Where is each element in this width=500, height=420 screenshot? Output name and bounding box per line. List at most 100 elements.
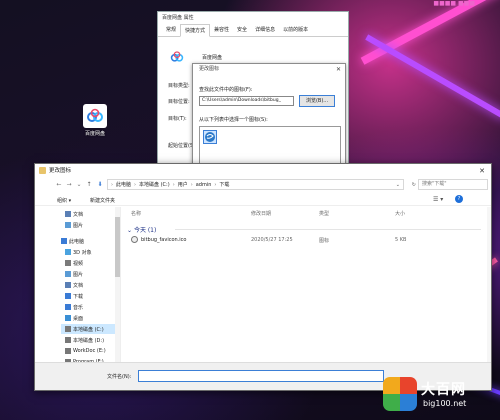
browse-button[interactable]: 浏览(B)... [299,95,335,107]
sidebar-item-label: 3D 对象 [73,249,92,256]
watermark-url: big100.net [423,399,467,408]
chevron-right-icon: › [190,181,193,188]
sidebar-item-label: 本地磁盘 (C:) [73,326,104,333]
favicon-icon[interactable] [203,130,217,144]
shortcut-name: 百度网盘 [202,55,223,61]
sidebar-item-label: 本地磁盘 (D:) [73,337,105,344]
watermark-brand: 大百网 [421,382,466,398]
new-folder-button[interactable]: 新建文件夹 [90,197,115,204]
chevron-right-icon: › [134,181,137,188]
column-header-type[interactable]: 类型 [319,210,329,217]
sidebar-item-this-pc[interactable]: 此电脑 [61,236,84,246]
sidebar-item-pictures-pc[interactable]: 图片 [65,269,83,279]
breadcrumb-downloads[interactable]: 下载 [219,181,229,188]
neon-stripe [365,34,500,120]
properties-title: 百度网盘 属性 [158,12,348,24]
cloud-app-icon [83,104,107,128]
organize-button[interactable]: 组织 ▾ [57,197,71,204]
target-location-label: 目标位置: [168,99,190,105]
change-icon-title: 更改图标 ✕ [193,64,345,75]
scrollbar-thumb[interactable] [115,217,120,277]
file-list-scrollbar[interactable] [487,207,491,362]
target-label: 目标(T): [168,116,187,122]
target-type-label: 目标类型: [168,83,190,89]
sidebar-item-desktop[interactable]: 桌面 [65,313,83,323]
filename-label: 文件名(N): [107,374,132,380]
icon-path-input[interactable]: C:\Users\admin\Downloads\bitbug_ [199,96,294,106]
search-input[interactable]: 搜索"下载" [418,179,488,190]
sidebar-item-documents[interactable]: 文档 [65,209,83,219]
close-icon[interactable]: ✕ [336,64,341,75]
breadcrumb-drive-c[interactable]: 本地磁盘 (C:) [139,181,170,188]
file-dialog: 更改图标 ✕ ← → ⌄ ↑ ⬇ › 此电脑 › 本地磁盘 (C:) › 用户 … [34,163,492,391]
filename-input[interactable] [138,370,384,382]
document-icon [65,282,71,288]
chevron-down-icon[interactable]: ⌄ [396,182,400,188]
forward-arrow-icon[interactable]: → [65,180,73,189]
sidebar-scrollbar[interactable] [115,207,120,362]
sidebar-item-drive-e[interactable]: WorkDoc (E:) [65,346,106,356]
file-dialog-toolbar: 组织 ▾ 新建文件夹 ☰ ▾ ? [35,194,491,206]
sidebar-item-documents-pc[interactable]: 文档 [65,280,83,290]
change-icon-title-text: 更改图标 [199,66,220,72]
breadcrumb-this-pc[interactable]: 此电脑 [116,181,131,188]
group-header-today[interactable]: ⌄ 今天 (1) [127,225,156,234]
sidebar-item-label: 视频 [73,260,84,267]
sidebar-item-music[interactable]: 音乐 [65,302,83,312]
file-size: 5 KB [395,237,407,243]
tab-general[interactable]: 常规 [162,24,180,36]
sidebar-item-label: 图片 [73,271,84,278]
sidebar-item-label: 文档 [73,211,84,218]
column-header-name[interactable]: 名称 [131,210,141,217]
sidebar-item-drive-d[interactable]: 本地磁盘 (D:) [65,335,104,345]
select-icon-label: 从以下列表中选择一个图标(S): [199,117,268,123]
sidebar-item-3d-objects[interactable]: 3D 对象 [65,247,92,257]
close-icon[interactable]: ✕ [479,164,485,178]
breadcrumb-admin[interactable]: admin [196,182,212,188]
tab-shortcut[interactable]: 快捷方式 [180,24,211,37]
tab-compatibility[interactable]: 兼容性 [210,24,233,36]
video-icon [65,260,71,266]
file-name: bitbug_favicon.ico [141,237,187,243]
column-header-size[interactable]: 大小 [395,210,405,217]
file-type: 图标 [319,238,330,244]
group-divider [175,229,481,230]
chevron-down-icon[interactable]: ⌄ [75,180,83,189]
column-header-date[interactable]: 修改日期 [251,210,271,217]
drive-icon [65,326,71,332]
up-arrow-icon[interactable]: ↑ [85,180,93,189]
navigation-pane: 文档 图片 此电脑 3D 对象 视频 图片 文档 下载 音乐 桌面 本地磁盘 (… [35,207,121,365]
desktop-shortcut-baidu[interactable]: 百度网盘 [78,104,112,137]
sidebar-item-pictures[interactable]: 图片 [65,220,83,230]
tab-security[interactable]: 安全 [233,24,251,36]
picture-icon [65,222,71,228]
desktop-icon [65,315,71,321]
find-icons-label: 查找此文件中的图标(F): [199,87,253,93]
file-dialog-titlebar: 更改图标 ✕ [35,164,491,178]
sidebar-item-label: WorkDoc (E:) [73,348,106,354]
breadcrumb-users[interactable]: 用户 [178,181,188,188]
tab-previous-versions[interactable]: 以前的版本 [279,24,312,36]
desktop-top-text: ■■■■ ■■■ [433,0,475,7]
tab-details[interactable]: 详细信息 [251,24,279,36]
address-bar[interactable]: › 此电脑 › 本地磁盘 (C:) › 用户 › admin › 下载 ⌄ ↻ [107,179,416,190]
watermark: 大百网 big100.net [383,377,495,417]
chevron-right-icon: › [172,181,175,188]
sidebar-item-downloads[interactable]: 下载 [65,291,83,301]
sidebar-item-label: 图片 [73,222,84,229]
folder-icon [39,167,46,174]
back-arrow-icon[interactable]: ← [55,180,63,189]
computer-icon [61,238,67,244]
cloud-app-icon [170,50,184,64]
sidebar-item-videos[interactable]: 视频 [65,258,83,268]
change-icon-dialog: 更改图标 ✕ 查找此文件中的图标(F): C:\Users\admin\Down… [192,63,346,173]
desktop-background: ■■■■ ■■■ 百度网盘 百度网盘 属性 常规 快捷方式 兼容性 安全 详细信… [0,0,500,420]
table-row[interactable]: bitbug_favicon.ico 2020/5/27 17:25 图标 5 … [129,235,485,245]
sidebar-item-label: 桌面 [73,315,84,322]
desktop-shortcut-label: 百度网盘 [84,131,105,137]
view-options-icon[interactable]: ☰ ▾ [433,196,443,203]
sidebar-item-drive-c[interactable]: 本地磁盘 (C:) [61,324,119,334]
refresh-icon[interactable]: ↻ [412,182,416,188]
neon-stripe [360,0,500,65]
help-icon[interactable]: ? [455,195,463,203]
